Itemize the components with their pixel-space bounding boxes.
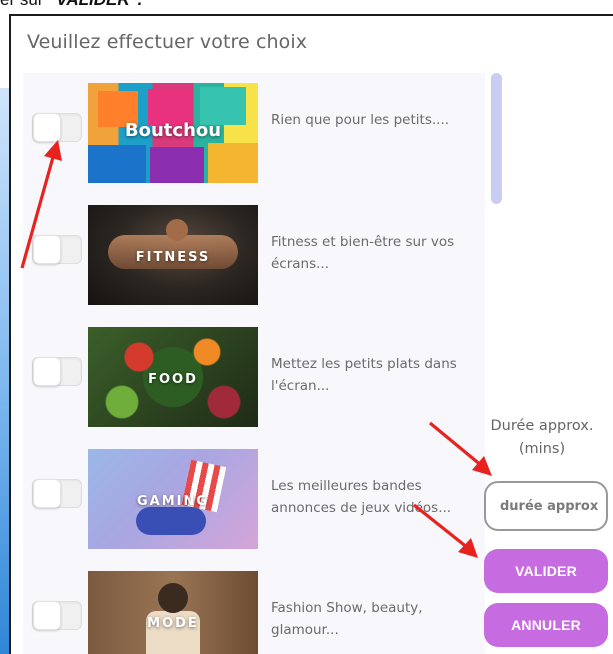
toggle-gaming[interactable] [32,479,82,508]
thumbnail-label: MODE [147,616,199,631]
background-page-strip [0,88,9,654]
category-description: Les meilleures bandes annonces de jeux v… [271,478,452,516]
instruction-text: er sur "VALIDER". [0,0,142,10]
cancel-button[interactable]: ANNULER [484,603,608,647]
screenshot: er sur "VALIDER". Veuillez effectuer vot… [0,0,613,654]
toggle-knob [33,357,61,386]
thumbnail-label: FITNESS [135,250,211,265]
dialog-title: Veuillez effectuer votre choix [27,31,308,53]
toggle-knob [33,479,61,508]
category-list: Boutchou Rien que pour les petits.... FI… [23,73,485,654]
thumbnail-food: FOOD [88,327,258,427]
instruction-emphasis: "VALIDER". [48,0,142,9]
category-description: Fashion Show, beauty, glamour... [271,600,423,638]
toggle-knob [33,235,61,264]
thumbnail-gaming: GAMING [88,449,258,549]
toggle-mode[interactable] [32,601,82,630]
thumbnail-boutchou: Boutchou [88,83,258,183]
category-row-food: FOOD Mettez les petits plats dans l'écra… [23,317,485,427]
category-description: Mettez les petits plats dans l'écran... [271,356,457,394]
toggle-knob [33,601,61,630]
thumbnail-label: GAMING [136,494,210,509]
category-row-fitness: FITNESS Fitness et bien-être sur vos écr… [23,195,485,305]
toggle-knob [33,113,61,142]
instruction-prefix: er sur [0,0,48,9]
validate-button[interactable]: VALIDER [484,549,608,593]
toggle-food[interactable] [32,357,82,386]
thumbnail-label: Boutchou [124,120,222,141]
scrollbar-thumb[interactable] [491,73,502,204]
category-row-boutchou: Boutchou Rien que pour les petits.... [23,73,485,183]
toggle-boutchou[interactable] [32,113,82,142]
category-description: Fitness et bien-être sur vos écrans... [271,234,455,272]
thumbnail-label: FOOD [148,372,198,387]
duration-input[interactable] [484,481,608,531]
thumbnail-mode: MODE [88,571,258,654]
category-row-gaming: GAMING Les meilleures bandes annonces de… [23,439,485,549]
thumbnail-fitness: FITNESS [88,205,258,305]
duration-label: Durée approx. (mins) [490,418,594,457]
category-description: Rien que pour les petits.... [271,112,450,128]
toggle-fitness[interactable] [32,235,82,264]
category-row-mode: MODE Fashion Show, beauty, glamour... [23,561,485,654]
